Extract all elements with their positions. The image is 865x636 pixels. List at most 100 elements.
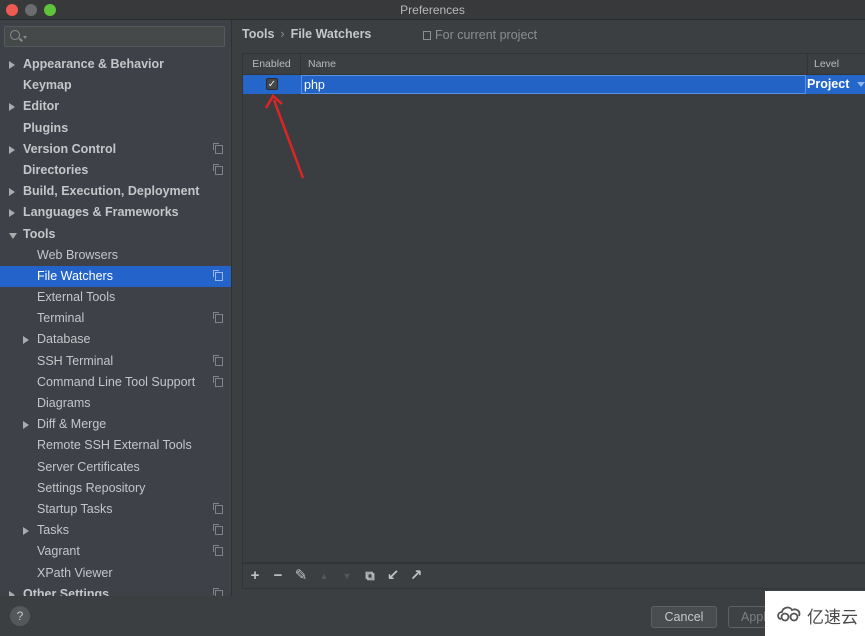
sidebar-item-label: Diff & Merge xyxy=(37,417,107,432)
enabled-checkbox[interactable]: ✓ xyxy=(266,78,278,90)
sidebar-item-label: Languages & Frameworks xyxy=(23,205,179,220)
sidebar-item-label: Plugins xyxy=(23,120,69,135)
sidebar-item-label: Directories xyxy=(23,162,89,177)
sidebar-item-label: XPath Viewer xyxy=(37,565,113,580)
sidebar-item-label: Terminal xyxy=(37,311,85,326)
cloud-logo-icon xyxy=(777,606,801,622)
column-header-level[interactable]: Level xyxy=(807,54,865,75)
sidebar-item-remote-ssh-external-tools[interactable]: Remote SSH External Tools xyxy=(0,435,231,456)
project-level-icon xyxy=(213,142,223,154)
sidebar-item-file-watchers[interactable]: File Watchers xyxy=(0,265,231,288)
breadcrumb-parent[interactable]: Tools xyxy=(242,27,274,41)
sidebar-item-label: Appearance & Behavior xyxy=(23,57,165,71)
collapsed-arrow-icon[interactable] xyxy=(9,209,15,218)
collapsed-arrow-icon[interactable] xyxy=(9,188,15,197)
sidebar-item-server-certificates[interactable]: Server Certificates xyxy=(0,457,231,478)
project-level-icon xyxy=(213,269,223,281)
move-up-button[interactable]: ▲ xyxy=(316,568,332,584)
sidebar-item-label: Keymap xyxy=(23,78,72,93)
dialog-footer: ? Cancel Apply xyxy=(0,596,865,636)
title-bar: Preferences xyxy=(0,0,865,20)
sidebar-item-startup-tasks[interactable]: Startup Tasks xyxy=(0,499,231,520)
sidebar-item-tasks[interactable]: Tasks xyxy=(0,520,231,541)
breadcrumb-current: File Watchers xyxy=(290,27,372,41)
help-button[interactable]: ? xyxy=(10,606,30,626)
sidebar-item-label: Database xyxy=(37,332,91,347)
watermark: 亿速云 xyxy=(765,591,865,636)
chevron-down-icon xyxy=(857,82,865,87)
collapsed-arrow-icon[interactable] xyxy=(9,145,15,154)
project-level-icon xyxy=(213,312,223,324)
sidebar-item-label: Settings Repository xyxy=(37,480,146,495)
sidebar-item-appearance-behavior[interactable]: Appearance & Behavior xyxy=(0,54,231,75)
project-level-icon xyxy=(213,354,223,366)
sidebar-item-label: SSH Terminal xyxy=(37,353,114,368)
minimize-window-button[interactable] xyxy=(25,4,37,16)
move-down-button[interactable]: ▼ xyxy=(339,568,355,584)
collapsed-arrow-icon[interactable] xyxy=(23,336,29,345)
maximize-window-button[interactable] xyxy=(44,4,56,16)
sidebar-item-xpath-viewer[interactable]: XPath Viewer xyxy=(0,563,231,584)
sidebar-item-build-execution-deployment[interactable]: Build, Execution, Deployment xyxy=(0,181,231,202)
breadcrumb: Tools › File Watchers xyxy=(242,27,371,41)
watcher-name-input[interactable] xyxy=(301,75,806,94)
edit-button[interactable]: ✎ xyxy=(293,568,309,584)
sidebar-item-plugins[interactable]: Plugins xyxy=(0,118,231,139)
sidebar-item-diagrams[interactable]: Diagrams xyxy=(0,393,231,414)
scope-note-text: For current project xyxy=(435,28,538,42)
level-dropdown[interactable]: Project xyxy=(807,75,865,94)
sidebar-item-ssh-terminal[interactable]: SSH Terminal xyxy=(0,351,231,372)
sidebar-item-diff-merge[interactable]: Diff & Merge xyxy=(0,414,231,435)
sidebar-item-label: Build, Execution, Deployment xyxy=(23,184,200,199)
project-level-icon xyxy=(213,524,223,536)
collapsed-arrow-icon[interactable] xyxy=(23,527,29,536)
settings-search-input[interactable] xyxy=(4,26,225,47)
collapsed-arrow-icon[interactable] xyxy=(9,61,15,69)
sidebar-item-label: Vagrant xyxy=(37,544,80,559)
expanded-arrow-icon[interactable] xyxy=(9,232,17,239)
watermark-text: 亿速云 xyxy=(807,608,858,628)
export-button[interactable]: ↗ xyxy=(408,568,424,584)
sidebar-item-version-control[interactable]: Version Control xyxy=(0,139,231,160)
sidebar-item-label: External Tools xyxy=(37,290,116,305)
sidebar-item-languages-frameworks[interactable]: Languages & Frameworks xyxy=(0,202,231,223)
sidebar-item-tools[interactable]: Tools xyxy=(0,224,231,245)
project-level-icon xyxy=(213,163,223,175)
settings-sidebar: Appearance & Behavior Keymap Editor Plugins… xyxy=(0,20,232,596)
table-toolbar: + − ✎ ▲ ▼ ⧉ ↙ ↗ xyxy=(242,563,865,589)
sidebar-item-label: Version Control xyxy=(23,141,117,156)
copy-button[interactable]: ⧉ xyxy=(362,568,378,584)
close-window-button[interactable] xyxy=(6,4,18,16)
sidebar-item-other-settings[interactable]: Other Settings xyxy=(0,584,231,596)
sidebar-item-command-line-tool-support[interactable]: Command Line Tool Support xyxy=(0,372,231,393)
settings-tree: Appearance & Behavior Keymap Editor Plugins… xyxy=(0,54,231,596)
sidebar-item-label: Web Browsers xyxy=(37,247,119,262)
remove-button[interactable]: − xyxy=(270,568,286,584)
table-row[interactable]: ✓ Project xyxy=(243,75,865,94)
sidebar-item-terminal[interactable]: Terminal xyxy=(0,308,231,329)
file-watchers-table: Enabled Name Level ✓ Project xyxy=(242,53,865,563)
sidebar-item-directories[interactable]: Directories xyxy=(0,160,231,181)
sidebar-item-settings-repository[interactable]: Settings Repository xyxy=(0,478,231,499)
project-level-icon xyxy=(213,375,223,387)
column-header-name[interactable]: Name xyxy=(308,54,336,75)
sidebar-item-database[interactable]: Database xyxy=(0,329,231,350)
add-button[interactable]: + xyxy=(247,568,263,584)
search-history-dropdown-icon[interactable] xyxy=(23,36,27,39)
table-header: Enabled Name Level xyxy=(243,54,865,75)
collapsed-arrow-icon[interactable] xyxy=(9,103,15,112)
sidebar-item-web-browsers[interactable]: Web Browsers xyxy=(0,245,231,266)
sidebar-item-external-tools[interactable]: External Tools xyxy=(0,287,231,308)
window-title: Preferences xyxy=(400,3,465,17)
sidebar-item-label: Startup Tasks xyxy=(37,501,113,516)
project-level-icon xyxy=(213,545,223,557)
collapsed-arrow-icon[interactable] xyxy=(23,421,29,430)
sidebar-item-vagrant[interactable]: Vagrant xyxy=(0,541,231,562)
import-button[interactable]: ↙ xyxy=(385,568,401,584)
level-value: Project xyxy=(807,77,850,91)
cancel-button[interactable]: Cancel xyxy=(651,606,717,628)
column-header-enabled[interactable]: Enabled xyxy=(243,54,301,75)
sidebar-item-keymap[interactable]: Keymap xyxy=(0,75,231,96)
search-icon xyxy=(10,30,20,40)
sidebar-item-editor[interactable]: Editor xyxy=(0,96,231,117)
